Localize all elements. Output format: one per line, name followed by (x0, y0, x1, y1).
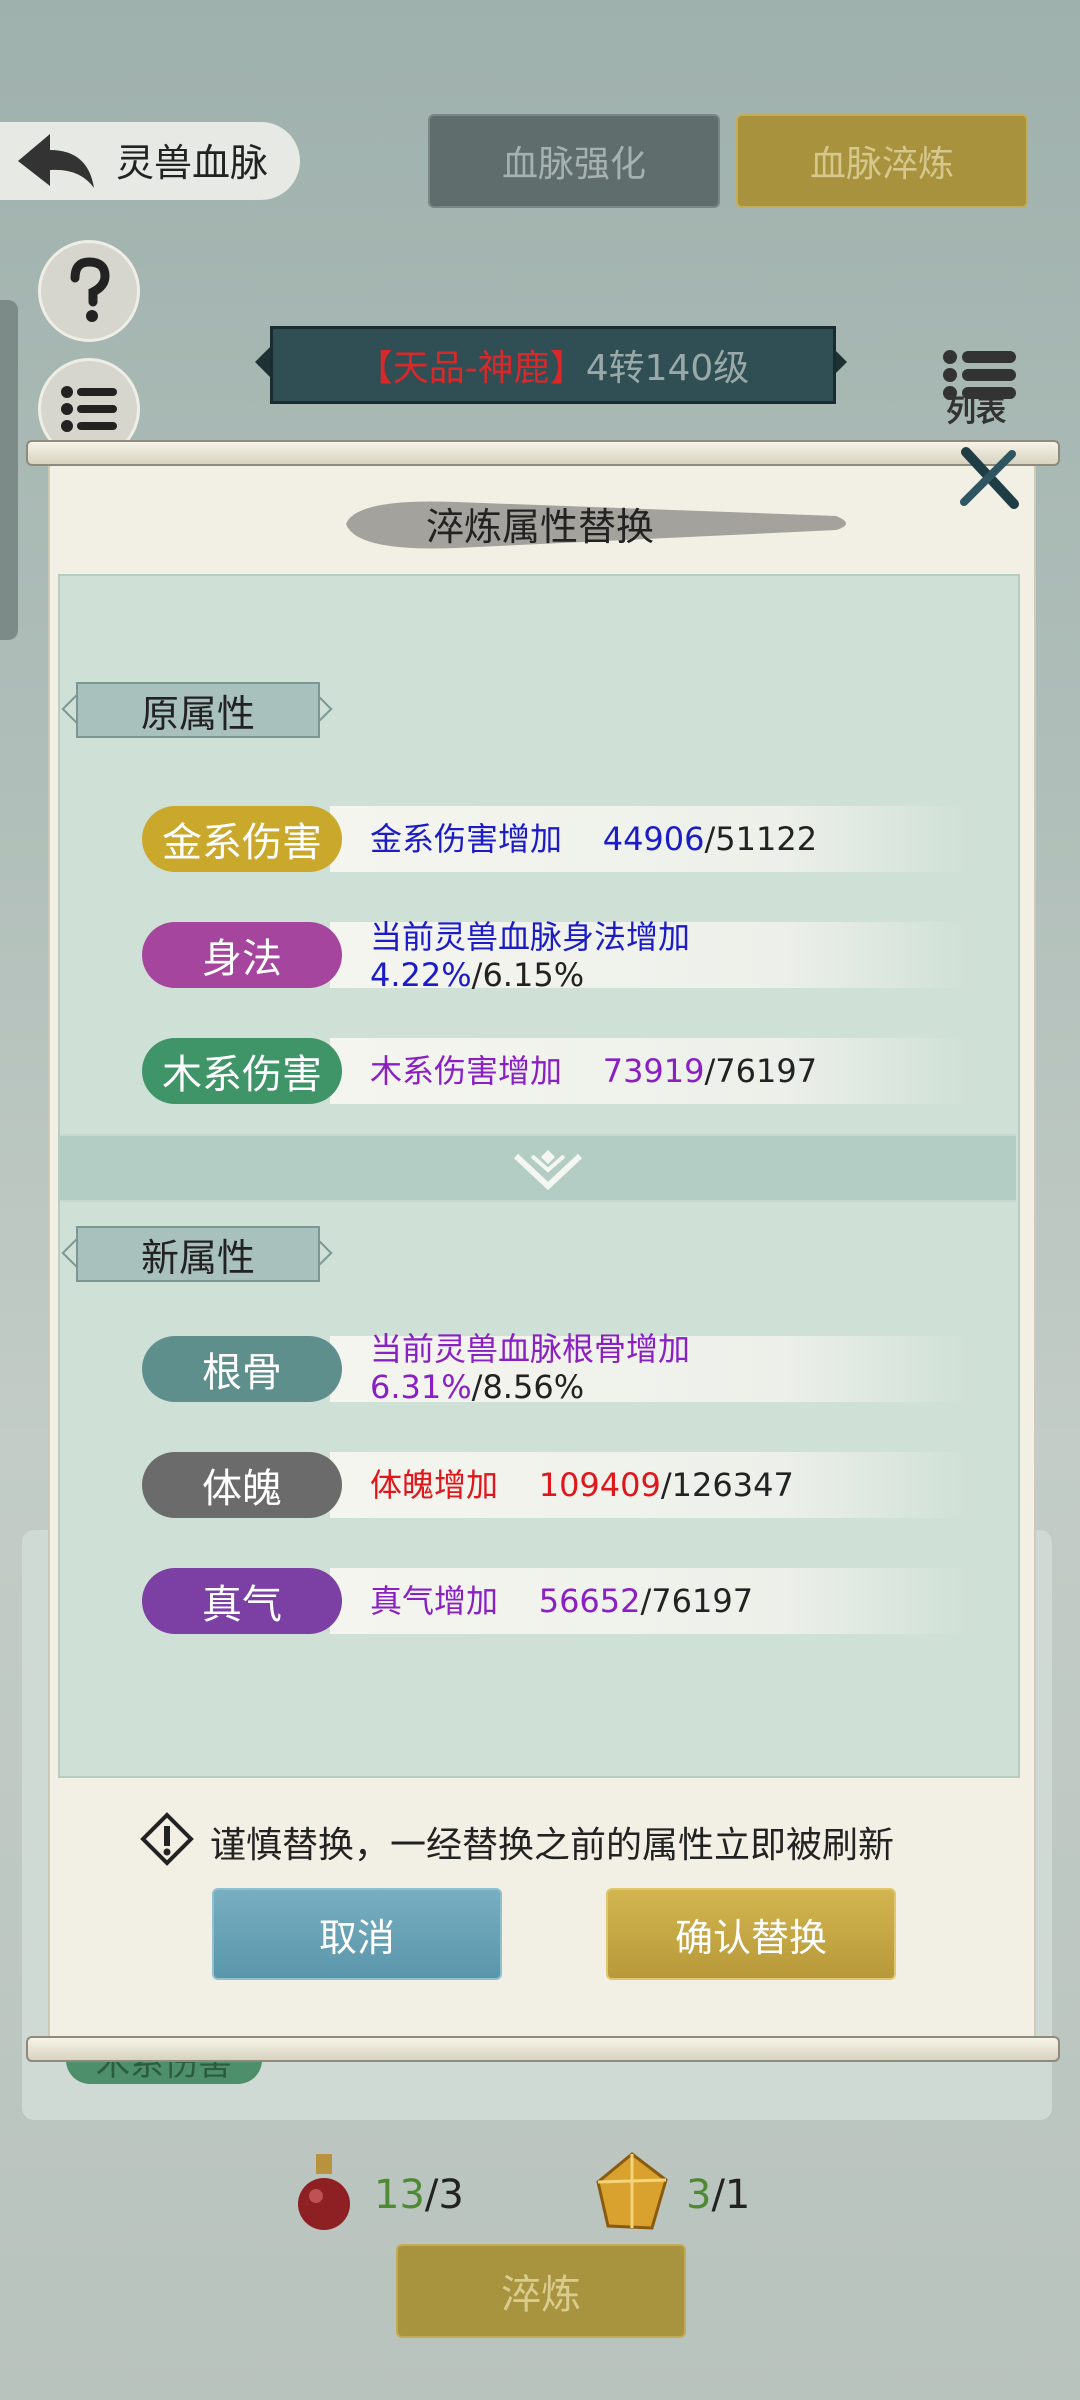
attribute-max: /51122 (704, 820, 818, 858)
refine-button[interactable]: 淬炼 (396, 2244, 686, 2338)
attribute-value: 44906 (602, 820, 705, 858)
attribute-desc-text: 体魄增加 (370, 1466, 499, 1504)
crystal-count: 3/1 (686, 2172, 750, 2218)
list-icon (61, 386, 117, 432)
attribute-value: 6.31% (370, 1368, 472, 1406)
attribute-value: 56652 (538, 1582, 641, 1620)
page-title: 灵兽血脉 (116, 141, 269, 185)
crystal-need: /1 (711, 2172, 751, 2218)
attribute-tag: 木系伤害 (142, 1038, 342, 1104)
attribute-tag: 根骨 (142, 1336, 342, 1402)
close-icon[interactable] (952, 442, 1024, 514)
attribute-description: 金系伤害增加 44906/51122 (370, 820, 817, 858)
original-attributes-label: 原属性 (76, 682, 320, 738)
dialog-title: 淬炼属性替换 (425, 505, 654, 549)
attribute-description: 当前灵兽血脉身法增加 4.22%/6.15% (370, 918, 690, 994)
attribute-desc-text: 真气增加 (370, 1582, 499, 1620)
attribute-value: 4.22% (370, 956, 472, 994)
attribute-max: /8.56% (471, 1368, 585, 1406)
scroll-top-rod (26, 440, 1060, 466)
attribute-tag: 真气 (142, 1568, 342, 1634)
potion-icon (298, 2154, 350, 2230)
attribute-value: 109409 (538, 1466, 661, 1504)
list-label[interactable]: 列表 (946, 386, 1006, 430)
warning-icon (140, 1812, 194, 1866)
attribute-tag: 金系伤害 (142, 806, 342, 872)
attribute-desc-text: 木系伤害增加 (370, 1052, 563, 1090)
tab-bloodline-refine[interactable]: 血脉淬炼 (736, 114, 1028, 208)
attribute-max: /76197 (640, 1582, 754, 1620)
attribute-max: /6.15% (471, 956, 585, 994)
attribute-max: /76197 (704, 1052, 818, 1090)
attribute-max: /126347 (660, 1466, 794, 1504)
beast-level: 4转140级 (585, 348, 750, 389)
potion-need: /3 (424, 2172, 464, 2218)
chevron-down-icon (513, 1149, 583, 1191)
attribute-description: 真气增加 56652/76197 (370, 1582, 753, 1620)
attribute-description: 体魄增加 109409/126347 (370, 1466, 794, 1504)
cancel-button[interactable]: 取消 (212, 1888, 502, 1980)
confirm-replace-button[interactable]: 确认替换 (606, 1888, 896, 1980)
beast-banner: 【天品-神鹿】 4转140级 (270, 326, 836, 404)
crystal-icon (596, 2152, 668, 2230)
potion-have: 13 (374, 2172, 425, 2218)
question-mark-icon (70, 257, 110, 322)
attribute-tag: 体魄 (142, 1452, 342, 1518)
beast-name: 【天品-神鹿】 (356, 348, 586, 389)
attribute-desc-text: 当前灵兽血脉根骨增加 (370, 1330, 691, 1368)
crystal-have: 3 (686, 2172, 712, 2218)
potion-count: 13/3 (374, 2172, 464, 2218)
attribute-value: 73919 (602, 1052, 705, 1090)
side-handle (0, 300, 18, 640)
scroll-bottom-rod (26, 2036, 1060, 2062)
new-attributes-label: 新属性 (76, 1226, 320, 1282)
tab-bloodline-strengthen[interactable]: 血脉强化 (428, 114, 720, 208)
attribute-tag: 身法 (142, 922, 342, 988)
back-arrow-icon[interactable] (10, 126, 100, 196)
help-button[interactable] (38, 240, 140, 342)
attribute-desc-text: 金系伤害增加 (370, 820, 563, 858)
attribute-description: 木系伤害增加 73919/76197 (370, 1052, 817, 1090)
attribute-desc-text: 当前灵兽血脉身法增加 (370, 918, 691, 956)
attribute-description: 当前灵兽血脉根骨增加 6.31%/8.56% (370, 1330, 690, 1406)
warning-text: 谨慎替换，一经替换之前的属性立即被刷新 (210, 1825, 895, 1866)
